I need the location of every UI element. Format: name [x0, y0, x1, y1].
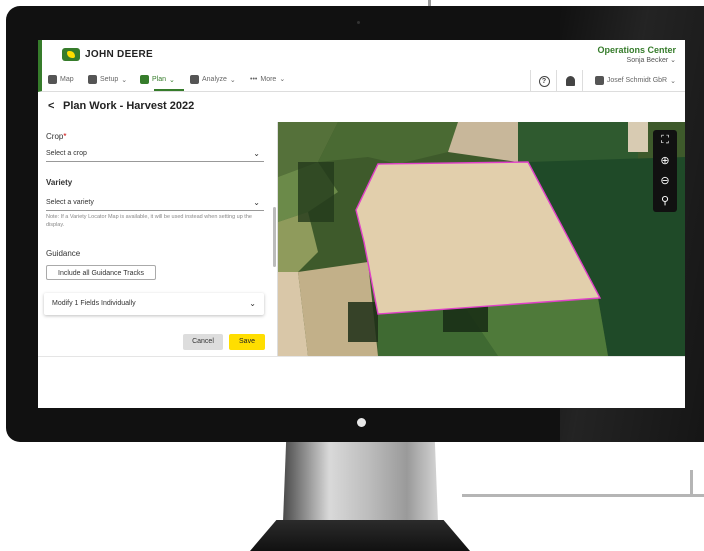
help-icon: ?: [538, 75, 550, 87]
organization-name: Josef Schmidt GbR: [606, 77, 668, 84]
variety-select-value: Select a variety: [46, 199, 94, 206]
monitor-base: [250, 520, 470, 551]
screen-footer: [38, 356, 685, 408]
monitor-stand: [283, 442, 438, 522]
chevron-down-icon: ⌄: [670, 57, 676, 64]
plan-form-panel: Crop* Select a crop ⌄ Variety Select a v…: [38, 122, 278, 356]
bell-icon: [565, 76, 575, 86]
nav-label: Plan: [152, 76, 167, 83]
webcam-dot: [357, 21, 360, 24]
power-light: [357, 418, 366, 427]
nav-item-more[interactable]: ••• More ⌄: [250, 75, 286, 84]
main-nav: Map Setup ⌄ Plan ⌄ Analyze ⌄ ••• More ⌄ …: [38, 70, 685, 92]
variety-label: Variety: [46, 178, 73, 187]
variety-select[interactable]: Select a variety ⌄: [46, 196, 264, 211]
setup-icon: [88, 75, 97, 84]
map-pin-icon: [48, 75, 57, 84]
chevron-down-icon: ⌄: [169, 76, 175, 84]
nav-label: More: [260, 75, 277, 83]
plan-icon: [140, 75, 149, 84]
chevron-down-icon: ⌄: [253, 149, 260, 158]
page-header: < Plan Work - Harvest 2022: [38, 92, 685, 122]
chevron-down-icon: ⌄: [253, 198, 260, 207]
cancel-button[interactable]: Cancel: [183, 334, 223, 350]
zoom-out-icon[interactable]: ⊖: [653, 170, 677, 190]
chevron-down-icon: ⌄: [121, 76, 128, 84]
locate-user-icon[interactable]: ⚲: [653, 190, 677, 210]
app-name: Operations Center: [597, 45, 676, 55]
page-title: Plan Work - Harvest 2022: [63, 100, 195, 112]
panel-scrollbar[interactable]: [273, 207, 276, 267]
guidance-label: Guidance: [46, 249, 81, 258]
modify-fields-label: Modify 1 Fields Individually: [52, 300, 136, 307]
notifications-button[interactable]: [556, 70, 583, 92]
map-imagery: [278, 122, 685, 356]
save-button[interactable]: Save: [229, 334, 265, 350]
map-controls: ⛶ ⊕ ⊖ ⚲: [653, 130, 677, 212]
help-button[interactable]: ?: [530, 70, 557, 92]
nav-item-plan[interactable]: Plan ⌄: [140, 75, 175, 84]
crop-label: Crop*: [46, 132, 66, 141]
nav-label: Analyze: [202, 76, 227, 83]
app-screen: John Deere Operations Center Sonja Becke…: [38, 40, 685, 408]
chevron-down-icon: ⌄: [670, 77, 676, 85]
active-tab-indicator: [154, 89, 184, 91]
back-icon[interactable]: <: [48, 100, 54, 112]
brand-name: John Deere: [85, 49, 154, 60]
nav-item-map[interactable]: Map: [48, 75, 74, 84]
top-bar: John Deere Operations Center Sonja Becke…: [38, 40, 685, 70]
deer-logo-icon: [62, 48, 80, 61]
nav-item-analyze[interactable]: Analyze ⌄: [190, 75, 236, 84]
chevron-down-icon: ⌄: [229, 76, 236, 84]
user-menu[interactable]: Sonja Becker ⌄: [627, 56, 676, 64]
analyze-icon: [190, 75, 199, 84]
john-deere-logo[interactable]: John Deere: [62, 48, 153, 61]
variety-note: Note: If a Variety Locator Map is availa…: [46, 214, 252, 228]
required-mark: *: [63, 132, 67, 141]
include-guidance-button[interactable]: Include all Guidance Tracks: [46, 265, 156, 280]
organization-icon: [594, 76, 604, 85]
satellite-map[interactable]: ⛶ ⊕ ⊖ ⚲: [278, 122, 685, 356]
nav-label: Setup: [100, 76, 119, 83]
more-icon: •••: [250, 75, 258, 83]
user-name: Sonja Becker: [626, 57, 669, 64]
organization-selector[interactable]: Josef Schmidt GbR ⌄: [594, 76, 676, 85]
modify-fields-accordion[interactable]: Modify 1 Fields Individually ⌄: [44, 293, 264, 315]
nav-item-setup[interactable]: Setup ⌄: [88, 75, 127, 84]
chevron-down-icon: ⌄: [279, 76, 286, 83]
crop-label-text: Crop: [46, 132, 64, 141]
nav-label: Map: [60, 76, 74, 83]
zoom-in-icon[interactable]: ⊕: [653, 150, 677, 170]
background-line: [462, 494, 704, 497]
crop-select-value: Select a crop: [46, 150, 87, 157]
background-line: [690, 470, 693, 496]
crop-select[interactable]: Select a crop ⌄: [46, 147, 264, 162]
fullscreen-icon[interactable]: ⛶: [653, 130, 677, 150]
chevron-down-icon: ⌄: [249, 299, 256, 308]
